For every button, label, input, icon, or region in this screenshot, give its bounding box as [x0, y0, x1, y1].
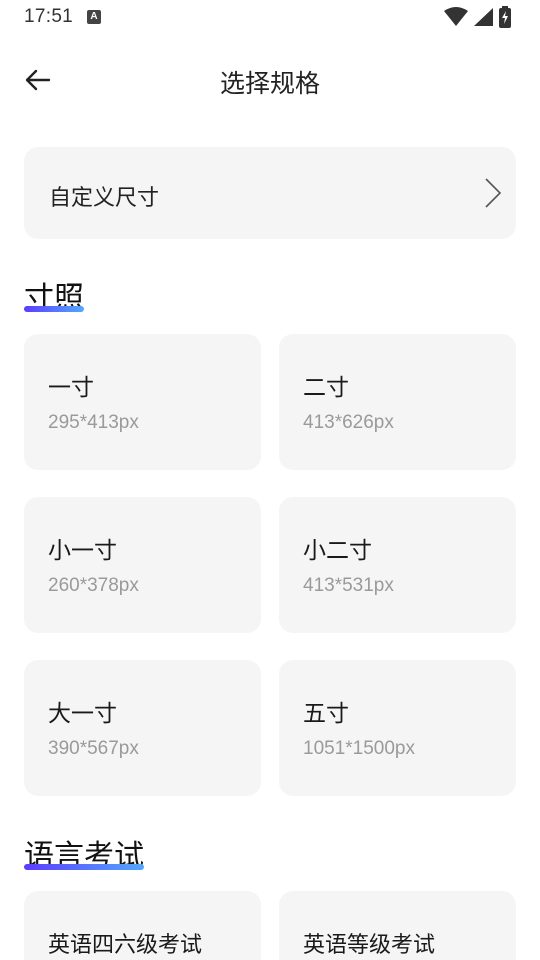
spec-card-large-1-inch[interactable]: 大一寸 390*567px — [24, 660, 261, 796]
spec-card-cet[interactable]: 英语四六级考试 — [24, 891, 261, 960]
status-icons — [444, 6, 512, 28]
spec-size: 260*378px — [48, 575, 139, 596]
spec-name: 五寸 — [303, 700, 349, 726]
spec-name: 大一寸 — [48, 700, 117, 726]
notification-icon: A — [87, 10, 101, 24]
spec-name: 一寸 — [48, 374, 94, 400]
page-title: 选择规格 — [219, 70, 320, 98]
app-bar: 选择规格 — [0, 50, 540, 110]
spec-card-2-inch[interactable]: 二寸 413*626px — [279, 334, 516, 470]
spec-card-pets[interactable]: 英语等级考试 — [279, 891, 516, 960]
custom-size-label: 自定义尺寸 — [49, 185, 160, 210]
spec-size: 390*567px — [48, 738, 139, 759]
spec-name: 小二寸 — [303, 537, 372, 563]
custom-size-button[interactable]: 自定义尺寸 — [24, 147, 516, 239]
spec-name: 英语等级考试 — [303, 932, 436, 957]
signal-icon — [474, 8, 493, 26]
spec-name: 二寸 — [303, 374, 349, 400]
status-bar: 17:51 A — [0, 0, 540, 34]
spec-card-small-1-inch[interactable]: 小一寸 260*378px — [24, 497, 261, 633]
section-underline — [24, 864, 144, 870]
battery-charging-icon — [499, 6, 511, 28]
section-underline — [24, 306, 84, 312]
spec-size: 413*626px — [303, 412, 394, 433]
spec-size: 295*413px — [48, 412, 139, 433]
status-time: 17:51 — [24, 6, 74, 27]
spec-name: 英语四六级考试 — [48, 932, 203, 957]
chevron-right-icon — [485, 178, 502, 208]
spec-card-5-inch[interactable]: 五寸 1051*1500px — [279, 660, 516, 796]
wifi-icon — [444, 7, 468, 26]
spec-card-1-inch[interactable]: 一寸 295*413px — [24, 334, 261, 470]
spec-card-small-2-inch[interactable]: 小二寸 413*531px — [279, 497, 516, 633]
spec-size: 1051*1500px — [303, 738, 415, 759]
spec-name: 小一寸 — [48, 537, 117, 563]
spec-size: 413*531px — [303, 575, 394, 596]
